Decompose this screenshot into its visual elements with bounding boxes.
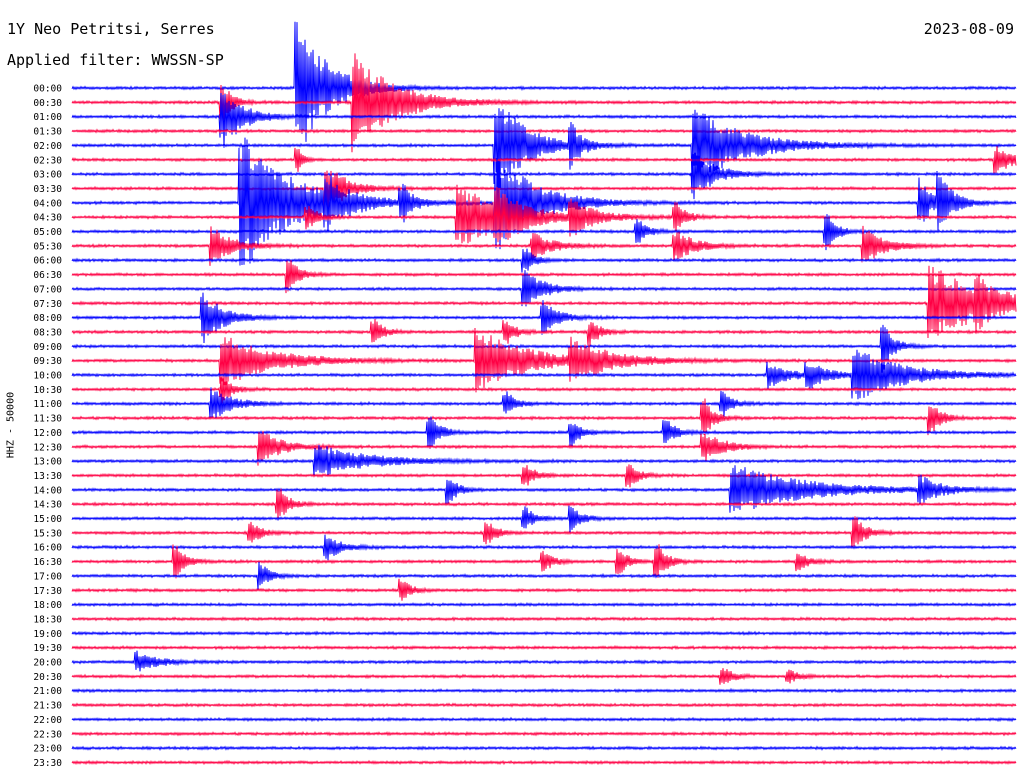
row-time-label: 19:00 bbox=[33, 629, 62, 640]
trace-row bbox=[71, 292, 1017, 344]
trace-row bbox=[71, 616, 1017, 622]
row-time-label: 12:00 bbox=[33, 428, 62, 439]
trace-row bbox=[71, 128, 1017, 134]
row-time-label: 13:30 bbox=[33, 471, 62, 482]
trace-row bbox=[71, 184, 1017, 244]
row-time-label: 05:30 bbox=[33, 241, 62, 252]
row-time-label: 15:00 bbox=[33, 514, 62, 525]
row-time-label: 09:00 bbox=[33, 342, 62, 353]
row-time-label: 07:00 bbox=[33, 284, 62, 295]
row-time-label: 20:00 bbox=[33, 658, 62, 669]
row-time-label: 06:00 bbox=[33, 256, 62, 267]
trace-row bbox=[71, 687, 1017, 694]
trace-row bbox=[71, 534, 1017, 561]
row-time-label: 08:00 bbox=[33, 313, 62, 324]
trace-row bbox=[71, 730, 1017, 737]
row-time-label: 02:00 bbox=[33, 141, 62, 152]
row-time-label: 03:30 bbox=[33, 184, 62, 195]
row-time-label: 18:00 bbox=[33, 600, 62, 611]
row-time-label: 11:00 bbox=[33, 399, 62, 410]
trace-row bbox=[71, 716, 1017, 723]
row-time-label: 13:00 bbox=[33, 457, 62, 468]
row-time-label: 21:00 bbox=[33, 686, 62, 697]
trace-row bbox=[71, 601, 1017, 608]
trace-row bbox=[71, 464, 1017, 488]
row-time-label: 06:30 bbox=[33, 270, 62, 281]
trace-row bbox=[71, 53, 1017, 153]
row-time-label: 22:00 bbox=[33, 715, 62, 726]
trace-row bbox=[71, 644, 1017, 651]
trace-row bbox=[71, 668, 1017, 685]
trace-row bbox=[71, 578, 1017, 601]
trace-row bbox=[71, 505, 1017, 533]
trace-row bbox=[71, 759, 1017, 766]
row-time-label: 10:30 bbox=[33, 385, 62, 396]
row-time-label: 02:30 bbox=[33, 155, 62, 166]
row-time-label: 09:30 bbox=[33, 356, 62, 367]
row-time-label: 01:00 bbox=[33, 112, 62, 123]
row-time-label: 04:00 bbox=[33, 198, 62, 209]
row-time-label: 08:30 bbox=[33, 327, 62, 338]
row-time-label: 14:00 bbox=[33, 485, 62, 496]
row-time-label: 21:30 bbox=[33, 701, 62, 712]
trace-row bbox=[71, 630, 1017, 637]
row-time-label: 16:30 bbox=[33, 557, 62, 568]
trace-row bbox=[71, 430, 1017, 466]
row-time-label: 04:30 bbox=[33, 213, 62, 224]
trace-row bbox=[71, 92, 1017, 148]
trace-row bbox=[71, 387, 1017, 419]
row-time-label: 10:00 bbox=[33, 371, 62, 382]
row-time-label: 16:00 bbox=[33, 543, 62, 554]
row-time-label: 15:30 bbox=[33, 528, 62, 539]
row-time-label: 17:00 bbox=[33, 571, 62, 582]
row-time-label: 03:00 bbox=[33, 170, 62, 181]
trace-row bbox=[71, 702, 1017, 708]
trace-row bbox=[71, 650, 1017, 672]
row-time-label: 23:30 bbox=[33, 758, 62, 769]
row-time-label: 12:30 bbox=[33, 442, 62, 453]
row-time-label: 01:30 bbox=[33, 127, 62, 138]
row-time-label: 05:00 bbox=[33, 227, 62, 238]
row-time-label: 23:00 bbox=[33, 744, 62, 755]
trace-row bbox=[71, 108, 1017, 194]
row-time-label: 17:30 bbox=[33, 586, 62, 597]
row-time-label: 19:30 bbox=[33, 643, 62, 654]
row-time-label: 00:00 bbox=[33, 84, 62, 95]
row-time-label: 00:30 bbox=[33, 98, 62, 109]
row-time-label: 20:30 bbox=[33, 672, 62, 683]
trace-row bbox=[71, 465, 1017, 513]
trace-row bbox=[71, 416, 1017, 449]
trace-row bbox=[71, 349, 1017, 400]
trace-row bbox=[71, 21, 1017, 142]
row-time-label: 22:30 bbox=[33, 729, 62, 740]
row-time-label: 14:30 bbox=[33, 500, 62, 511]
row-time-label: 07:30 bbox=[33, 299, 62, 310]
trace-row bbox=[71, 745, 1017, 751]
row-time-label: 18:30 bbox=[33, 614, 62, 625]
trace-row bbox=[71, 444, 1017, 476]
helicorder-plot: 00:00 00:30 01:00 01:30 02:00 02:30 03:00 03:30… bbox=[33, 21, 1017, 769]
row-time-label: 11:30 bbox=[33, 414, 62, 425]
